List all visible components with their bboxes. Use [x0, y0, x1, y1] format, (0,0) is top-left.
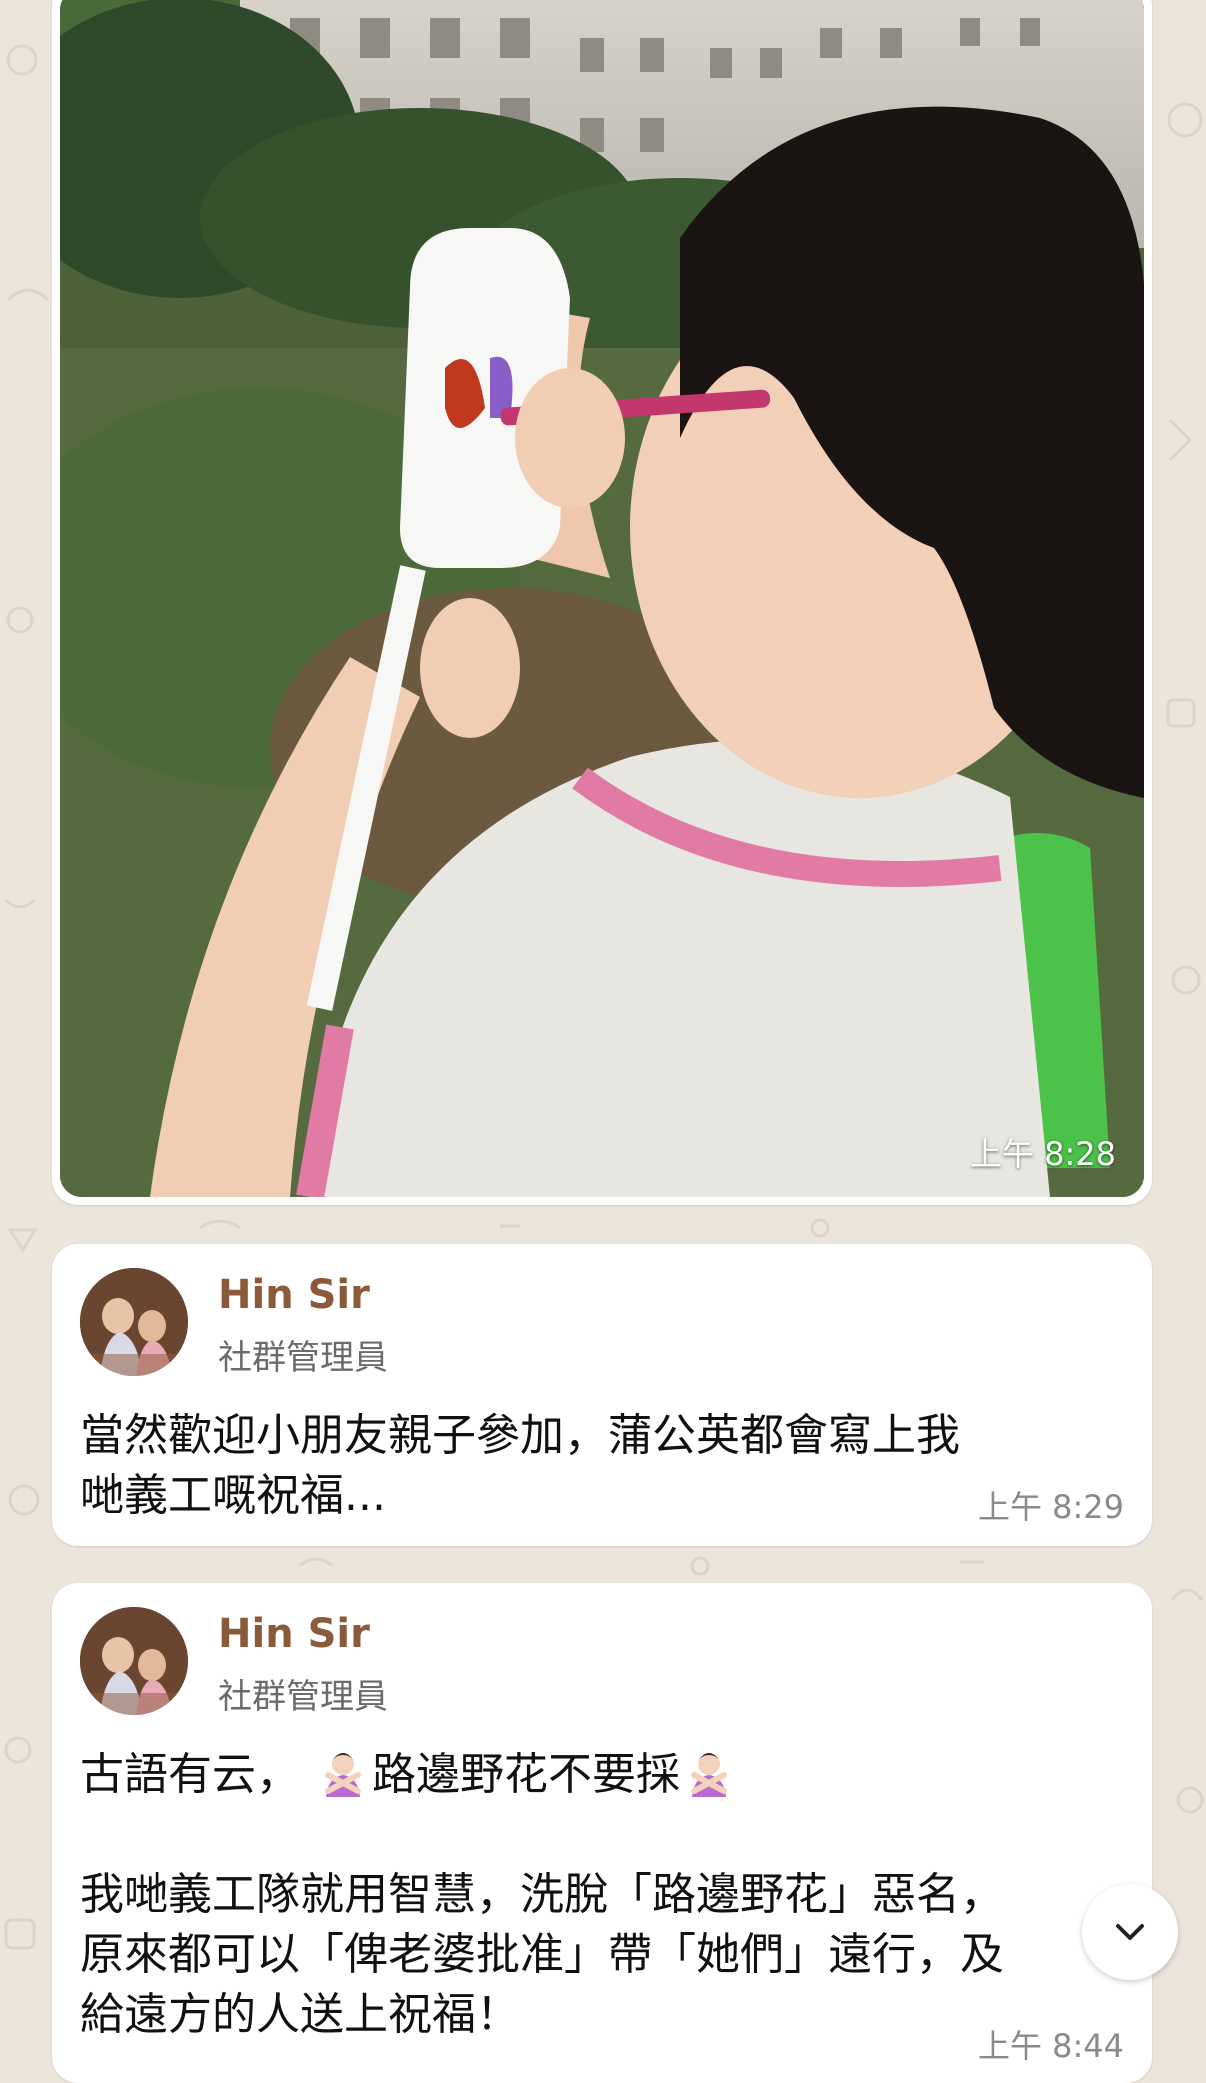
avatar[interactable]	[80, 1268, 188, 1376]
image-message-bubble[interactable]: 上午 8:28	[52, 0, 1152, 1205]
chevron-down-icon	[1116, 1924, 1144, 1940]
image-message-timestamp: 上午 8:28	[969, 1135, 1116, 1173]
message-text: 當然歡迎小朋友親子參加，蒲公英都會寫上我 哋義工嘅祝福...	[80, 1410, 960, 1521]
scroll-to-bottom-button[interactable]	[1082, 1884, 1178, 1980]
message-photo[interactable]: 上午 8:28	[60, 0, 1144, 1197]
sender-role: 社群管理員	[218, 1338, 388, 1378]
sender-role: 社群管理員	[218, 1677, 388, 1717]
avatar[interactable]	[80, 1607, 188, 1715]
message-line: 路邊野花不要採	[372, 1749, 680, 1800]
person-gesturing-no-icon	[325, 1753, 361, 1797]
message-timestamp: 上午 8:44	[977, 2027, 1124, 2065]
message-body: 我哋義工隊就用智慧，洗脫「路邊野花」惡名， 原來都可以「俾老婆批准」帶「她們」遠…	[80, 1869, 1004, 2040]
person-gesturing-no-icon	[691, 1753, 727, 1797]
message-text: 古語有云， 路邊野花不要採 我哋義工隊就用智慧，洗脫「路邊野花」惡名， 原來都可…	[80, 1745, 1112, 2045]
message-bubble[interactable]: Hin Sir 社群管理員 古語有云， 路邊野花不要採 我哋義工隊就用智慧，洗脫…	[52, 1583, 1152, 2083]
sender-name[interactable]: Hin Sir	[218, 1272, 370, 1318]
message-bubble[interactable]: Hin Sir 社群管理員 當然歡迎小朋友親子參加，蒲公英都會寫上我 哋義工嘅祝…	[52, 1244, 1152, 1546]
chat-thread[interactable]: 上午 8:28 Hin Sir 社群管理員 當然歡迎小朋友親子參加，蒲公英都會寫…	[0, 0, 1206, 2083]
message-line: 古語有云，	[80, 1749, 300, 1800]
sender-name[interactable]: Hin Sir	[218, 1611, 370, 1657]
message-timestamp: 上午 8:29	[977, 1488, 1124, 1526]
